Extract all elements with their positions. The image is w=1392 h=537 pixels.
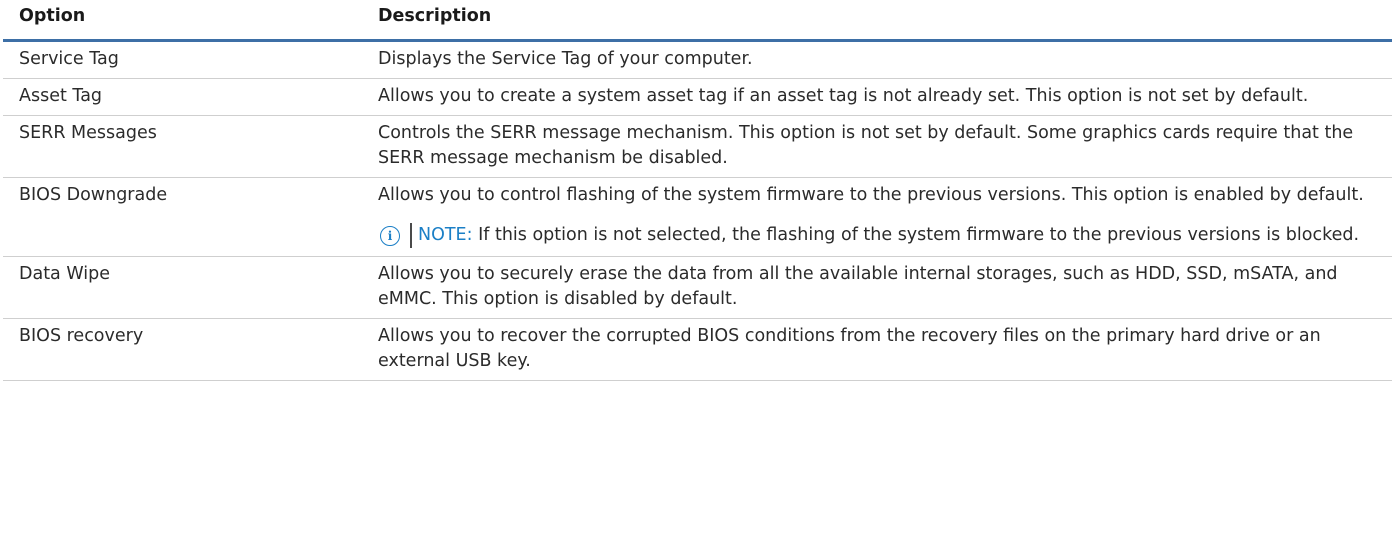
option-cell: SERR Messages xyxy=(3,115,366,178)
table-row-service-tag: Service Tag Displays the Service Tag of … xyxy=(3,40,1392,79)
description-cell: Allows you to recover the corrupted BIOS… xyxy=(366,318,1392,381)
table-row-bios-downgrade: BIOS Downgrade Allows you to control fla… xyxy=(3,177,1392,257)
option-cell: BIOS recovery xyxy=(3,318,366,381)
description-cell: Controls the SERR message mechanism. Thi… xyxy=(366,115,1392,178)
table-row-bios-recovery: BIOS recovery Allows you to recover the … xyxy=(3,318,1392,381)
header-description: Description xyxy=(366,0,1392,42)
table-body: Service Tag Displays the Service Tag of … xyxy=(3,40,1392,381)
description-cell: Displays the Service Tag of your compute… xyxy=(366,40,1392,79)
options-table: Option Description Service Tag Displays … xyxy=(3,0,1392,381)
description-cell: Allows you to securely erase the data fr… xyxy=(366,256,1392,319)
option-cell: Service Tag xyxy=(3,40,366,79)
option-cell: Data Wipe xyxy=(3,256,366,319)
header-row: Option Description xyxy=(3,0,1392,42)
table-row-serr-messages: SERR Messages Controls the SERR message … xyxy=(3,115,1392,178)
info-circle-icon: i xyxy=(380,226,400,246)
note-body: NOTE: If this option is not selected, th… xyxy=(410,223,1359,248)
table-row-data-wipe: Data Wipe Allows you to securely erase t… xyxy=(3,256,1392,319)
note-text: If this option is not selected, the flas… xyxy=(472,225,1360,245)
option-cell: BIOS Downgrade xyxy=(3,177,366,257)
description-text: Allows you to control flashing of the sy… xyxy=(378,185,1364,205)
table-header: Option Description xyxy=(3,0,1392,42)
description-cell: Allows you to control flashing of the sy… xyxy=(366,177,1392,257)
header-option: Option xyxy=(3,0,366,42)
note-block: i NOTE: If this option is not selected, … xyxy=(378,223,1388,248)
description-cell: Allows you to create a system asset tag … xyxy=(366,78,1392,116)
note-label: NOTE: xyxy=(418,225,473,245)
option-cell: Asset Tag xyxy=(3,78,366,116)
table-row-asset-tag: Asset Tag Allows you to create a system … xyxy=(3,78,1392,116)
document-page: Option Description Service Tag Displays … xyxy=(0,0,1392,537)
